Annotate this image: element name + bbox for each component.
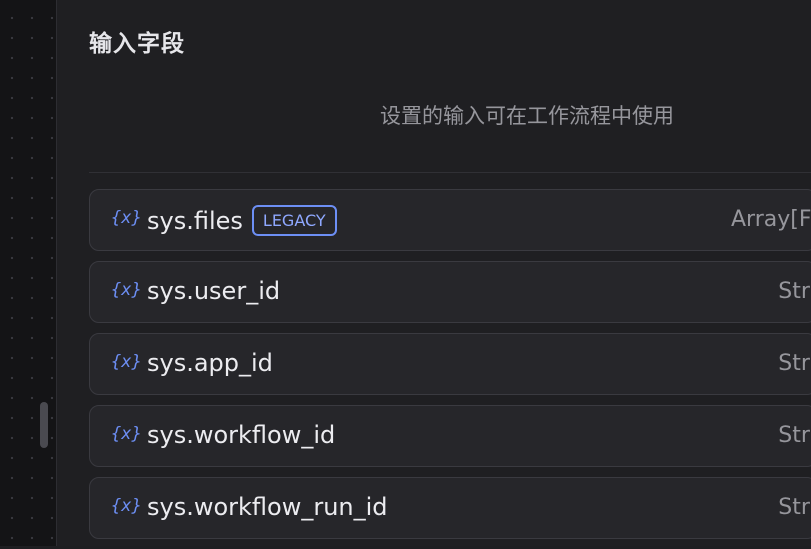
variable-type: Array[Fi <box>730 207 811 232</box>
variable-row-sys-user-id[interactable]: {x} sys.user_id Stri <box>89 261 811 323</box>
variable-brace-icon: {x} <box>111 208 142 228</box>
empty-hint: 设置的输入可在工作流程中使用 <box>89 100 811 130</box>
divider <box>89 172 811 173</box>
variable-brace-icon: {x} <box>111 424 142 444</box>
variable-name: sys.user_id <box>147 277 281 305</box>
variable-brace-icon: {x} <box>111 496 142 516</box>
workflow-canvas-edge <box>0 0 57 546</box>
variable-row-sys-workflow-run-id[interactable]: {x} sys.workflow_run_id Stri <box>89 477 811 539</box>
legacy-badge: LEGACY <box>251 205 337 236</box>
variable-type: Stri <box>778 423 811 448</box>
variable-type: Stri <box>778 495 811 520</box>
variable-type: Stri <box>778 279 811 304</box>
variable-type: Stri <box>778 351 811 376</box>
system-variable-list: {x} sys.files LEGACY Array[Fi {x} sys.use… <box>89 189 811 549</box>
variable-row-sys-files[interactable]: {x} sys.files LEGACY Array[Fi <box>89 189 811 251</box>
variable-name: sys.app_id <box>147 349 273 377</box>
input-fields-panel: 输入字段 设置的输入可在工作流程中使用 {x} sys.files LEGACY … <box>57 0 811 546</box>
variable-row-sys-app-id[interactable]: {x} sys.app_id Stri <box>89 333 811 395</box>
empty-hint-text: 设置的输入可在工作流程中使用 <box>380 104 674 128</box>
variable-name: sys.files <box>147 207 243 235</box>
variable-row-sys-workflow-id[interactable]: {x} sys.workflow_id Stri <box>89 405 811 467</box>
variable-name: sys.workflow_id <box>147 421 336 449</box>
section-title: 输入字段 <box>89 31 185 57</box>
variable-brace-icon: {x} <box>111 352 142 372</box>
variable-brace-icon: {x} <box>111 280 142 300</box>
canvas-scroll-handle[interactable] <box>40 402 48 448</box>
variable-name: sys.workflow_run_id <box>147 493 388 521</box>
